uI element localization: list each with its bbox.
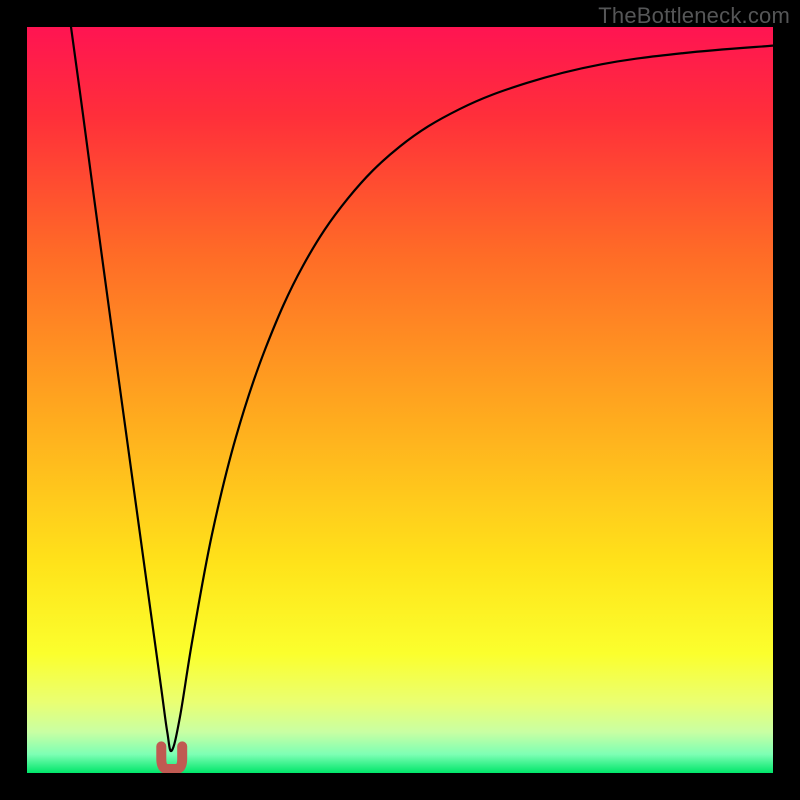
curve-layer (27, 27, 773, 773)
bottleneck-curve (71, 27, 773, 751)
outer-frame: TheBottleneck.com (0, 0, 800, 800)
plot-area (27, 27, 773, 773)
watermark-text: TheBottleneck.com (598, 3, 790, 29)
